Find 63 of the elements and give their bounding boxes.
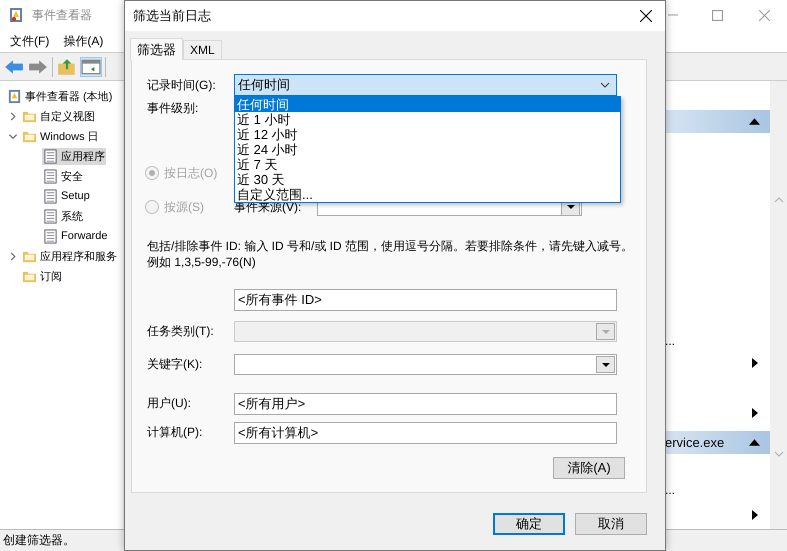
field-label: 用户(U): [147, 395, 192, 412]
action-item[interactable]: ... [665, 483, 676, 497]
tree-item[interactable]: 应用程序 [42, 148, 106, 164]
dialog-button[interactable]: 确定 [493, 513, 565, 535]
dropdown-option[interactable]: 近 24 小时 [235, 142, 620, 157]
app-icon [8, 7, 24, 23]
clear-button[interactable]: 清除(A) [553, 457, 625, 479]
tab[interactable]: 筛选器 [130, 38, 183, 60]
collapse-icon[interactable] [749, 118, 760, 125]
expander-icon[interactable] [8, 252, 18, 260]
folder-up-icon[interactable] [57, 58, 77, 76]
log-icon [43, 188, 58, 204]
status-text: 创建筛选器。 [3, 532, 75, 549]
dropdown-option[interactable]: 自定义范围... [235, 187, 620, 202]
close-icon[interactable] [640, 10, 652, 22]
tab[interactable]: XML [183, 40, 222, 59]
chevron-down-icon [600, 82, 610, 88]
dropdown-option[interactable]: 近 30 天 [235, 172, 620, 187]
log-icon [43, 228, 58, 244]
log-icon [43, 208, 58, 224]
submenu-arrow-icon[interactable] [752, 408, 758, 418]
forward-arrow-icon[interactable] [28, 58, 48, 76]
field-label: 事件级别: [147, 100, 200, 117]
user-field[interactable]: <所有用户> [234, 392, 617, 414]
back-arrow-icon[interactable] [4, 58, 24, 76]
expander-icon[interactable] [8, 132, 18, 140]
dropdown-option[interactable]: 近 7 天 [235, 157, 620, 172]
tree-item[interactable]: 系统 [42, 208, 84, 224]
tree-item[interactable]: Setup [42, 188, 91, 204]
hint-text: 包括/排除事件 ID: 输入 ID 号和/或 ID 范围，使用逗号分隔。若要排除条件，请先键入减号。例如 1,3,5-99,-76(N) [147, 238, 633, 270]
field-label: 任务类别(T): [147, 323, 215, 340]
dialog-title: 筛选当前日志 [133, 7, 211, 25]
field-label: 计算机(P): [147, 424, 204, 441]
computer-field[interactable]: <所有计算机> [234, 422, 617, 444]
tree-item[interactable]: Forwarde [42, 228, 108, 244]
dialog-button[interactable]: 取消 [575, 513, 647, 535]
tree-item[interactable]: 应用程序和服务 [21, 248, 118, 264]
log-icon [43, 168, 58, 184]
collapse-icon[interactable] [749, 439, 760, 446]
log-icon [43, 148, 58, 164]
dropdown-option[interactable]: 近 1 小时 [235, 112, 620, 127]
submenu-arrow-icon[interactable] [752, 358, 758, 368]
dropdown-option[interactable]: 任何时间 [235, 97, 620, 112]
tree-item[interactable]: 安全 [42, 168, 84, 184]
dropdown-option[interactable]: 近 12 小时 [235, 127, 620, 142]
submenu-arrow-icon[interactable] [752, 510, 758, 520]
log-book-icon [7, 88, 22, 104]
actions-header[interactable]: ervice.exe [665, 431, 770, 454]
menu-item[interactable]: 文件(F) [10, 32, 50, 50]
tree-item[interactable]: 订阅 [21, 268, 63, 284]
window-title: 事件查看器 [32, 6, 92, 24]
menu-item[interactable]: 操作(A) [63, 32, 104, 50]
action-item[interactable]: ... [665, 334, 676, 348]
tree-item[interactable]: Windows 日 [21, 128, 100, 144]
expander-icon[interactable] [8, 112, 18, 120]
maximize-icon[interactable] [712, 10, 723, 20]
field-label: 记录时间(G): [147, 76, 217, 94]
tree-item[interactable]: 事件查看器 (本地) [6, 88, 114, 104]
panel-icon[interactable] [81, 58, 101, 76]
field-label: 关键字(K): [147, 356, 204, 373]
event-id-field[interactable]: <所有事件 ID> [234, 289, 617, 311]
time-dropdown[interactable]: 任何时间 [234, 74, 617, 96]
tree-item[interactable]: 自定义视图 [21, 108, 96, 124]
